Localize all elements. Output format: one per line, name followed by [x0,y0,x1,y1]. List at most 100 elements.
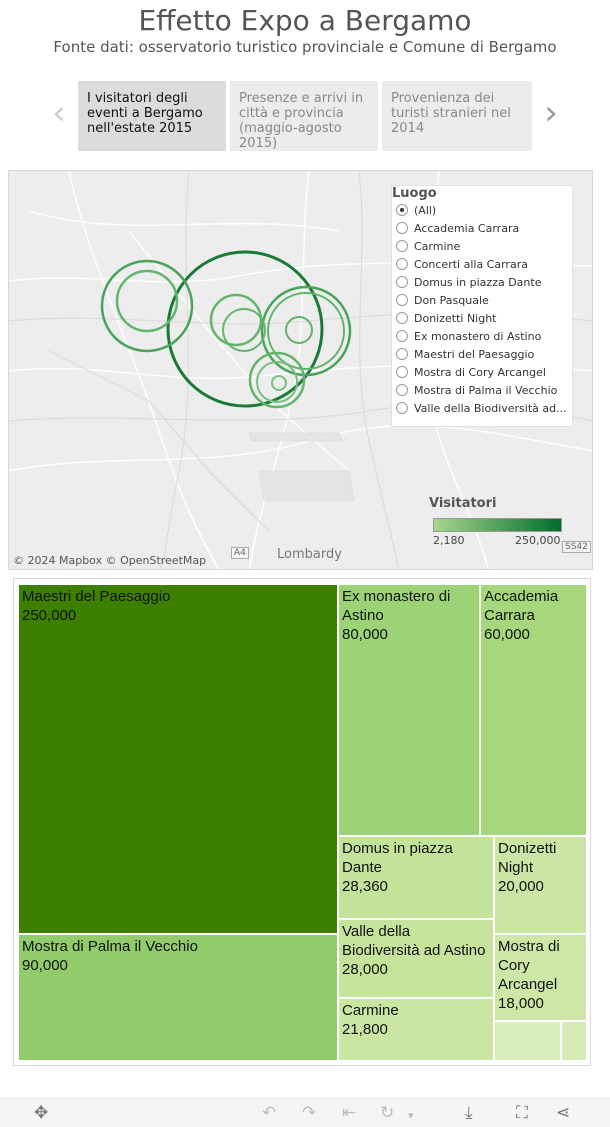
filter-option[interactable]: Mostra di Palma il Vecchio [396,384,572,402]
revert-icon[interactable]: ⇤ [342,1103,356,1123]
filter-option-label: Concerti alla Carrara [414,258,528,271]
map-bubble[interactable] [166,250,324,408]
radio-icon[interactable] [396,330,408,342]
filter-option[interactable]: Carmine [396,240,572,258]
filter-option[interactable]: Accademia Carrara [396,222,572,240]
filter-option-label: Donizetti Night [414,312,497,325]
undo-icon[interactable]: ↶ [262,1103,276,1123]
road-label-a4: A4 [231,547,249,559]
filter-title: Luogo [392,186,437,201]
radio-icon[interactable] [396,276,408,288]
share-icon[interactable]: ⋖ [556,1103,570,1123]
treemap-tile-label: Domus in piazza Dante [342,840,453,876]
filter-option[interactable]: (All) [396,204,572,222]
map-bubble[interactable] [209,293,263,347]
map-bubble[interactable] [100,259,194,353]
treemap-tile[interactable]: Maestri del Paesaggio 250,000 [18,584,338,934]
treemap-tile[interactable] [494,1021,561,1061]
pan-icon[interactable]: ✥ [34,1103,48,1123]
chevron-right-icon[interactable]: › [540,96,562,132]
map-bubble[interactable] [285,316,313,344]
color-legend-min: 2,180 [433,534,465,547]
dropdown-icon[interactable]: ▾ [408,1106,414,1126]
treemap-tile-label: Maestri del Paesaggio [22,588,171,605]
treemap-tile[interactable]: Domus in piazza Dante 28,360 [338,836,494,919]
filter-option[interactable]: Maestri del Paesaggio [396,348,572,366]
map-bubble[interactable] [256,361,298,403]
chevron-left-icon[interactable]: ‹ [48,96,70,132]
treemap-chart: Maestri del Paesaggio 250,000 Mostra di Pa… [18,584,587,1061]
filter-option-label: Carmine [414,240,461,253]
treemap-tile[interactable]: Mostra di Cory Arcangel 18,000 [494,934,587,1021]
treemap-tile-label: Valle della Biodiversità ad Astino [342,923,486,959]
filter-option[interactable]: Domus in piazza Dante [396,276,572,294]
story-navigator: ‹ I visitatori degli eventi a Bergamo ne… [40,80,570,152]
map-attribution[interactable]: © 2024 Mapbox © OpenStreetMap [13,554,206,567]
radio-icon[interactable] [396,240,408,252]
treemap-tile-value: 18,000 [498,995,544,1012]
treemap-tile-value: 90,000 [22,957,68,974]
map-bubble[interactable] [271,375,287,391]
filter-option-label: Mostra di Cory Arcangel [414,366,546,379]
treemap-tile-value: 80,000 [342,626,388,643]
treemap-tile[interactable]: Ex monastero di Astino 80,000 [338,584,480,836]
radio-icon[interactable] [396,312,408,324]
radio-icon[interactable] [396,204,408,216]
redo-icon[interactable]: ↷ [302,1103,316,1123]
filter-option[interactable]: Donizetti Night [396,312,572,330]
fullscreen-icon[interactable]: ⛶ [516,1103,528,1123]
filter-option-label: Accademia Carrara [414,222,520,235]
filter-option-label: Domus in piazza Dante [414,276,542,289]
color-ramp [433,518,562,532]
color-legend-max: 250,000 [515,534,561,547]
download-icon[interactable]: ⤓ [465,1103,473,1123]
treemap-tile-value: 28,000 [342,961,388,978]
treemap-tile-label: Carmine [342,1002,399,1019]
map-bubble[interactable] [115,269,179,333]
treemap-tile-label: Ex monastero di Astino [342,588,451,624]
treemap-tile-value: 60,000 [484,626,530,643]
filter-option[interactable]: Mostra di Cory Arcangel [396,366,572,384]
treemap-tile[interactable]: Mostra di Palma il Vecchio 90,000 [18,934,338,1061]
treemap-tile-label: Accademia Carrara [484,588,559,624]
radio-icon[interactable] [396,402,408,414]
filter-option[interactable]: Ex monastero di Astino [396,330,572,348]
page-title: Effetto Expo a Bergamo [138,4,472,37]
treemap-tile[interactable] [561,1021,587,1061]
filter-option-label: (All) [414,204,437,217]
map-bubble[interactable] [267,292,345,370]
filter-option-label: Valle della Biodiversità ad... [414,402,567,415]
page-subtitle: Fonte dati: osservatorio turistico provi… [53,38,557,56]
filter-option[interactable]: Valle della Biodiversità ad... [396,402,572,420]
filter-option[interactable]: Don Pasquale [396,294,572,312]
story-point-3[interactable]: Provenienza dei turisti stranieri nel 20… [382,81,532,151]
filter-option-label: Ex monastero di Astino [414,330,542,343]
filter-option-label: Don Pasquale [414,294,489,307]
story-point-2[interactable]: Presenze e arrivi in città e provincia (… [230,81,378,151]
viz-toolbar: ✥ ↶ ↷ ⇤ ↻ ▾ ⤓ ⛶ ⋖ [0,1098,610,1127]
filter-option-label: Mostra di Palma il Vecchio [414,384,558,397]
treemap-tile-value: 28,360 [342,878,388,895]
radio-icon[interactable] [396,294,408,306]
road-label-ss42: SS42 [562,541,591,553]
filter-option[interactable]: Concerti alla Carrara [396,258,572,276]
radio-icon[interactable] [396,258,408,270]
refresh-icon[interactable]: ↻ [380,1103,394,1123]
radio-icon[interactable] [396,366,408,378]
color-legend-title: Visitatori [429,496,497,511]
treemap-tile-label: Mostra di Cory Arcangel [498,938,560,993]
filter-option-label: Maestri del Paesaggio [414,348,535,361]
map-view[interactable]: Luogo (All) Accademia Carrara Carmine Conce… [8,170,593,570]
location-filter-panel: Luogo (All) Accademia Carrara Carmine Conce… [391,185,573,427]
treemap-tile[interactable]: Donizetti Night 20,000 [494,836,587,934]
treemap-tile-label: Donizetti Night [498,840,557,876]
treemap-tile[interactable]: Carmine 21,800 [338,998,494,1061]
treemap-tile[interactable]: Valle della Biodiversità ad Astino 28,000 [338,919,494,998]
radio-icon[interactable] [396,222,408,234]
radio-icon[interactable] [396,348,408,360]
story-point-1[interactable]: I visitatori degli eventi a Bergamo nell… [78,81,226,151]
radio-icon[interactable] [396,384,408,396]
map-place-label: Lombardy [277,547,342,562]
treemap-tile-value: 20,000 [498,878,544,895]
treemap-tile[interactable]: Accademia Carrara 60,000 [480,584,587,836]
